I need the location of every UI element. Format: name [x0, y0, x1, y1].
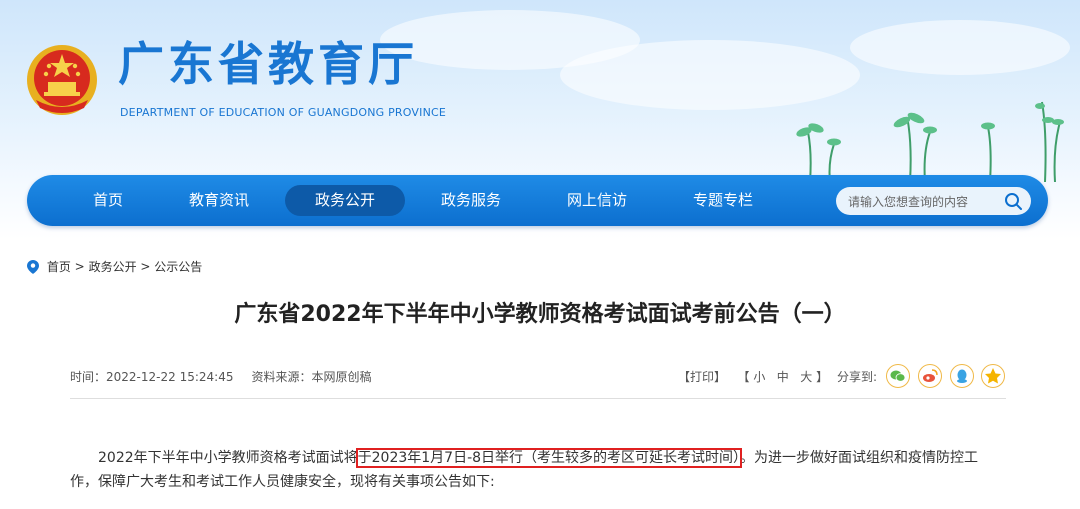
nav-item-online-petition[interactable]: 网上信访: [551, 185, 643, 216]
source-value: 本网原创稿: [311, 370, 372, 384]
breadcrumb-government-affairs[interactable]: 政务公开: [89, 260, 137, 274]
breadcrumb-announcements[interactable]: 公示公告: [154, 260, 202, 274]
source-label: 资料来源：: [251, 370, 312, 384]
share-label: 分享到:: [837, 370, 878, 384]
site-title: 广东省教育厅: [118, 37, 418, 91]
nav-item-government-services[interactable]: 政务服务: [425, 185, 517, 216]
search-input[interactable]: [846, 187, 1000, 217]
site-subtitle: DEPARTMENT OF EDUCATION OF GUANGDONG PRO…: [120, 106, 447, 119]
paragraph-text-before: 2022年下半年中小学教师资格考试面试将: [98, 450, 358, 466]
font-size-small-button[interactable]: 小: [753, 370, 765, 384]
divider: [70, 398, 1006, 399]
location-pin-icon: [27, 259, 39, 274]
main-navigation: 首页 教育资讯 政务公开 政务服务 网上信访 专题专栏: [27, 175, 1048, 226]
font-size-open-bracket: 【: [737, 370, 750, 384]
nav-item-government-affairs[interactable]: 政务公开: [285, 185, 405, 216]
breadcrumb-separator: >: [74, 259, 85, 274]
nav-item-home[interactable]: 首页: [71, 185, 145, 216]
breadcrumb-separator: >: [140, 259, 151, 274]
qzone-icon[interactable]: [981, 364, 1005, 388]
font-size-large-button[interactable]: 大: [800, 370, 812, 384]
wechat-icon[interactable]: [886, 364, 910, 388]
breadcrumb: 首页 > 政务公开 > 公示公告: [27, 258, 202, 274]
search-box: [836, 187, 1031, 217]
weibo-icon[interactable]: [918, 364, 942, 388]
highlighted-exam-date: 于2023年1月7日-8日举行（考生较多的考区可延长考试时间）: [355, 448, 743, 468]
time-label: 时间：: [70, 370, 107, 384]
national-emblem-icon: [27, 45, 97, 115]
article-paragraph: 2022年下半年中小学教师资格考试面试将于2023年1月7日-8日举行（考生较多…: [70, 446, 1006, 494]
cloud-decoration: [850, 20, 1070, 75]
article-meta: 时间：2022-12-22 15:24:45 资料来源：本网原创稿: [70, 368, 372, 385]
plants-decoration: [796, 101, 1064, 182]
article-tools: 【打印】 【 小 中 大 】: [678, 368, 828, 385]
qq-icon[interactable]: [950, 364, 974, 388]
article-title: 广东省2022年下半年中小学教师资格考试面试考前公告（一）: [234, 302, 846, 327]
publish-time: 2022-12-22 15:24:45: [106, 370, 234, 384]
font-size-close-bracket: 】: [816, 370, 829, 384]
print-button[interactable]: 【打印】: [678, 370, 726, 384]
nav-item-education-news[interactable]: 教育资讯: [173, 185, 265, 216]
font-size-medium-button[interactable]: 中: [777, 370, 789, 384]
search-icon[interactable]: [1003, 191, 1023, 211]
nav-item-special-topics[interactable]: 专题专栏: [677, 185, 769, 216]
breadcrumb-home[interactable]: 首页: [47, 260, 71, 274]
